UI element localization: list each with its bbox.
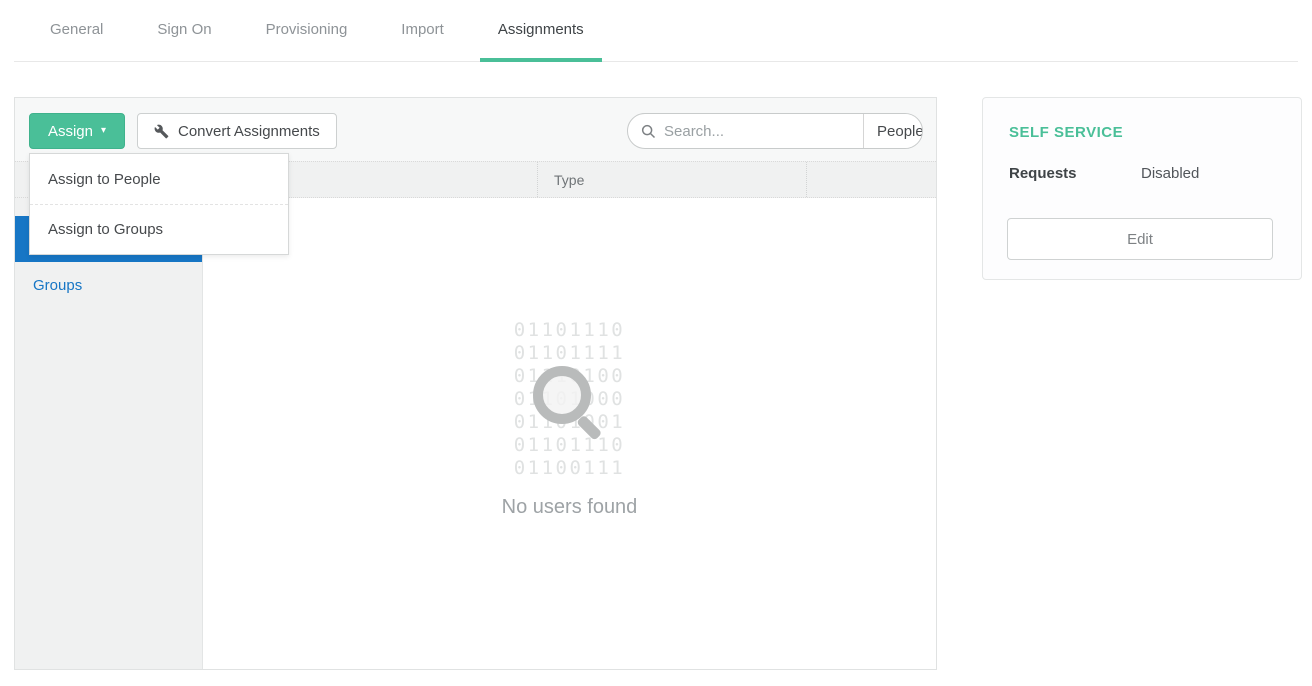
column-header-actions (807, 162, 936, 197)
convert-assignments-label: Convert Assignments (178, 123, 320, 140)
binary-row: 01101110 (514, 319, 626, 342)
assign-button-label: Assign (48, 123, 93, 140)
tab-sign-on[interactable]: Sign On (139, 0, 229, 62)
wrench-icon (154, 124, 169, 139)
sidebar-item-groups[interactable]: Groups (15, 262, 202, 308)
empty-state-message: No users found (203, 496, 936, 519)
assignments-side-nav: People Groups (15, 198, 203, 669)
chevron-down-icon: ▾ (101, 126, 106, 136)
menu-item-assign-to-people[interactable]: Assign to People (30, 154, 288, 204)
requests-label: Requests (1009, 165, 1141, 182)
tab-import[interactable]: Import (383, 0, 462, 62)
convert-assignments-button[interactable]: Convert Assignments (137, 113, 337, 149)
binary-art: 01101110 01101111 01110100 01101000 0110… (514, 319, 626, 480)
menu-item-assign-to-groups[interactable]: Assign to Groups (30, 204, 288, 254)
empty-state: 01101110 01101111 01110100 01101000 0110… (203, 198, 936, 669)
assign-dropdown-menu: Assign to People Assign to Groups (29, 153, 289, 255)
assign-button[interactable]: Assign ▾ (29, 113, 125, 149)
edit-button[interactable]: Edit (1007, 218, 1273, 260)
assignments-panel: Assign ▾ Convert Assignments Pe (14, 97, 937, 670)
binary-row: 01101110 (514, 434, 626, 457)
requests-row: Requests Disabled (1009, 165, 1275, 182)
magnifier-icon (533, 366, 591, 424)
app-assignments-page: General Sign On Provisioning Import Assi… (0, 0, 1312, 686)
self-service-panel: SELF SERVICE Requests Disabled Edit (982, 97, 1302, 280)
tab-general[interactable]: General (32, 0, 121, 62)
column-header-type[interactable]: Type (538, 162, 807, 197)
requests-status-value: Disabled (1141, 165, 1199, 182)
binary-row: 01100111 (514, 457, 626, 480)
search-control: People ▾ (627, 113, 923, 149)
app-tab-bar: General Sign On Provisioning Import Assi… (14, 0, 1298, 62)
search-scope-dropdown[interactable]: People ▾ (863, 114, 923, 148)
binary-row: 01101111 (514, 342, 626, 365)
search-field-wrap (628, 114, 863, 148)
search-scope-value: People (877, 123, 923, 140)
self-service-title: SELF SERVICE (1009, 124, 1275, 141)
tab-assignments[interactable]: Assignments (480, 0, 602, 62)
search-icon (641, 124, 656, 139)
tab-provisioning[interactable]: Provisioning (248, 0, 366, 62)
search-input[interactable] (664, 123, 863, 140)
assignments-toolbar: Assign ▾ Convert Assignments Pe (15, 98, 936, 161)
